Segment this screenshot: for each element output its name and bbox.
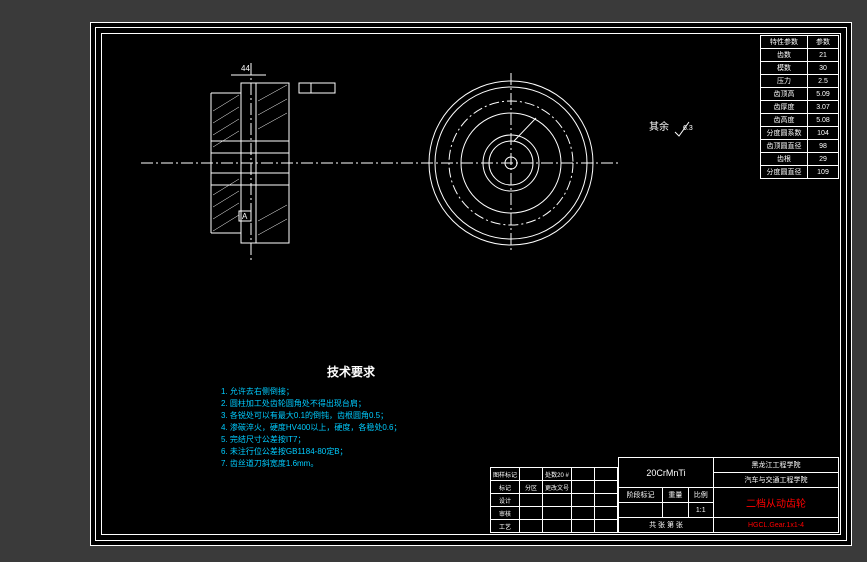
material: 20CrMnTi [619,458,714,488]
gear-spec-table: 特性参数参数 齿数21 模数30 压力2.5 齿顶高5.09 齿厚度3.07 齿… [760,35,839,179]
surface-finish-note: 其余 6.3 [649,118,669,133]
title-block: 20CrMnTi 黑龙江工程学院 汽车与交通工程学院 阶段标记重量比例 二档从动… [618,457,839,533]
svg-text:44: 44 [241,64,250,73]
spec-header-left: 特性参数 [761,36,808,49]
tech-title: 技术要求 [221,363,481,380]
tech-line-6: 6. 未注行位公差按GB1184-80定B； [221,446,481,458]
drawing-views: A 44 [91,23,851,323]
revision-table: 图样标记处数20 # 标记分区更改文号 设计 审核 工艺 [490,467,618,533]
tech-line-1: 1. 允许去右侧倒接； [221,386,481,398]
surface-prefix: 其余 [649,122,669,133]
tech-line-7: 7. 齿丝道刀斜宽度1.6mm。 [221,458,481,470]
tech-line-2: 2. 圆柱加工处齿轮圆角处不得出现台肩； [221,398,481,410]
scale-value: 1:1 [688,503,713,518]
tech-line-3: 3. 各锐处可以有最大0.1的倒钝，齿根圆角0.5； [221,410,481,422]
part-name: 二档从动齿轮 [714,488,839,518]
svg-text:6.3: 6.3 [683,125,693,132]
sheet-count: 共 张 第 张 [619,518,714,533]
dept: 汽车与交通工程学院 [714,473,839,488]
tech-line-4: 4. 渗碳淬火，硬度HV400以上，硬度，各稳处0.6； [221,422,481,434]
spec-header-right: 参数 [808,36,839,49]
technical-requirements: 技术要求 1. 允许去右侧倒接； 2. 圆柱加工处齿轮圆角处不得出现台肩； 3.… [221,363,481,470]
tech-line-5: 5. 完结尺寸公差按IT7； [221,434,481,446]
school: 黑龙江工程学院 [714,458,839,473]
part-code: HGCL.Gear.1x1-4 [714,518,839,533]
svg-text:A: A [242,212,248,221]
